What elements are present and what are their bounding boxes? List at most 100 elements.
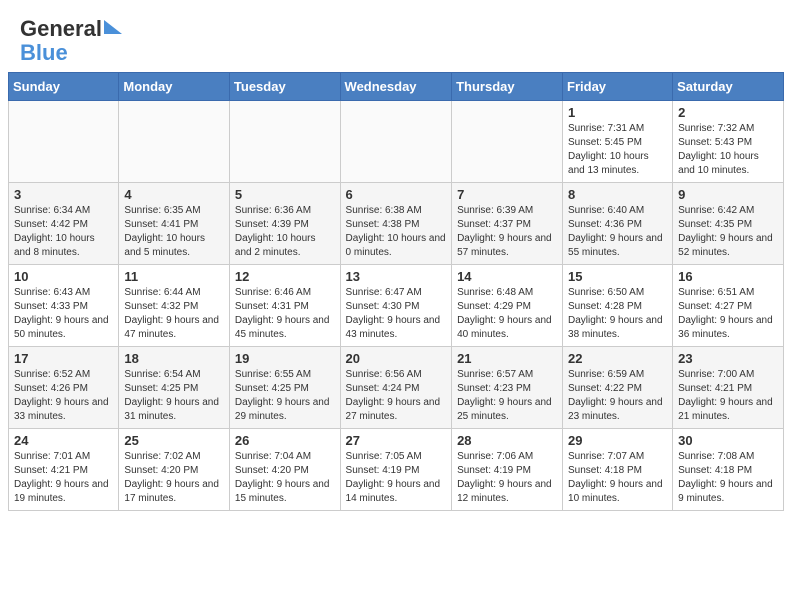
calendar-cell: 9 Sunrise: 6:42 AM Sunset: 4:35 PM Daylig… xyxy=(673,183,784,265)
calendar-cell: 12 Sunrise: 6:46 AM Sunset: 4:31 PM Dayli… xyxy=(229,265,340,347)
day-info: Sunrise: 6:38 AM Sunset: 4:38 PM Dayligh… xyxy=(346,204,447,260)
calendar-cell: 28Sunrise: 7:06 AM Sunset: 4:19 PM Dayli… xyxy=(452,429,563,511)
day-info: Sunrise: 7:32 AM Sunset: 5:43 PM Dayligh… xyxy=(678,122,778,178)
day-number: 25 xyxy=(124,433,224,448)
calendar-cell: 5 Sunrise: 6:36 AM Sunset: 4:39 PM Daylig… xyxy=(229,183,340,265)
day-info: Sunrise: 6:42 AM Sunset: 4:35 PM Dayligh… xyxy=(678,204,778,260)
day-number: 13 xyxy=(346,269,447,284)
day-number: 10 xyxy=(14,269,113,284)
day-info: Sunrise: 7:07 AM Sunset: 4:18 PM Dayligh… xyxy=(568,450,667,506)
calendar-cell: 14 Sunrise: 6:48 AM Sunset: 4:29 PM Dayli… xyxy=(452,265,563,347)
logo-arrow xyxy=(104,20,122,34)
day-number: 20 xyxy=(346,351,447,366)
calendar-cell: 7 Sunrise: 6:39 AM Sunset: 4:37 PM Daylig… xyxy=(452,183,563,265)
calendar-cell: 6Sunrise: 6:38 AM Sunset: 4:38 PM Daylig… xyxy=(340,183,452,265)
weekday-header: Wednesday xyxy=(340,73,452,101)
day-info: Sunrise: 6:44 AM Sunset: 4:32 PM Dayligh… xyxy=(124,286,224,342)
day-number: 7 xyxy=(457,187,557,202)
day-number: 23 xyxy=(678,351,778,366)
day-info: Sunrise: 6:34 AM Sunset: 4:42 PM Dayligh… xyxy=(14,204,113,260)
day-number: 5 xyxy=(235,187,335,202)
day-info: Sunrise: 6:54 AM Sunset: 4:25 PM Dayligh… xyxy=(124,368,224,424)
weekday-header: Saturday xyxy=(673,73,784,101)
day-number: 14 xyxy=(457,269,557,284)
day-info: Sunrise: 6:59 AM Sunset: 4:22 PM Dayligh… xyxy=(568,368,667,424)
day-info: Sunrise: 6:55 AM Sunset: 4:25 PM Dayligh… xyxy=(235,368,335,424)
calendar-cell: 10 Sunrise: 6:43 AM Sunset: 4:33 PM Dayli… xyxy=(9,265,119,347)
day-number: 22 xyxy=(568,351,667,366)
day-info: Sunrise: 6:36 AM Sunset: 4:39 PM Dayligh… xyxy=(235,204,335,260)
day-info: Sunrise: 7:00 AM Sunset: 4:21 PM Dayligh… xyxy=(678,368,778,424)
calendar-cell: 2 Sunrise: 7:32 AM Sunset: 5:43 PM Daylig… xyxy=(673,101,784,183)
calendar-cell: 13 Sunrise: 6:47 AM Sunset: 4:30 PM Dayli… xyxy=(340,265,452,347)
calendar-cell: 15Sunrise: 6:50 AM Sunset: 4:28 PM Dayli… xyxy=(563,265,673,347)
calendar-header: SundayMondayTuesdayWednesdayThursdayFrid… xyxy=(9,73,784,101)
day-number: 17 xyxy=(14,351,113,366)
day-info: Sunrise: 6:39 AM Sunset: 4:37 PM Dayligh… xyxy=(457,204,557,260)
calendar-cell xyxy=(229,101,340,183)
header: General Blue xyxy=(0,0,792,72)
day-info: Sunrise: 6:35 AM Sunset: 4:41 PM Dayligh… xyxy=(124,204,224,260)
day-info: Sunrise: 6:40 AM Sunset: 4:36 PM Dayligh… xyxy=(568,204,667,260)
calendar-cell: 29 Sunrise: 7:07 AM Sunset: 4:18 PM Dayli… xyxy=(563,429,673,511)
calendar-cell: 19 Sunrise: 6:55 AM Sunset: 4:25 PM Dayli… xyxy=(229,347,340,429)
day-info: Sunrise: 7:01 AM Sunset: 4:21 PM Dayligh… xyxy=(14,450,113,506)
day-number: 15 xyxy=(568,269,667,284)
calendar-cell: 8 Sunrise: 6:40 AM Sunset: 4:36 PM Daylig… xyxy=(563,183,673,265)
day-number: 29 xyxy=(568,433,667,448)
day-info: Sunrise: 7:04 AM Sunset: 4:20 PM Dayligh… xyxy=(235,450,335,506)
day-number: 21 xyxy=(457,351,557,366)
weekday-header: Friday xyxy=(563,73,673,101)
day-info: Sunrise: 7:02 AM Sunset: 4:20 PM Dayligh… xyxy=(124,450,224,506)
calendar-cell xyxy=(119,101,230,183)
day-number: 28 xyxy=(457,433,557,448)
calendar-cell xyxy=(452,101,563,183)
logo: General Blue xyxy=(20,16,122,64)
day-info: Sunrise: 7:05 AM Sunset: 4:19 PM Dayligh… xyxy=(346,450,447,506)
day-info: Sunrise: 6:47 AM Sunset: 4:30 PM Dayligh… xyxy=(346,286,447,342)
day-number: 8 xyxy=(568,187,667,202)
day-number: 30 xyxy=(678,433,778,448)
day-info: Sunrise: 6:48 AM Sunset: 4:29 PM Dayligh… xyxy=(457,286,557,342)
day-info: Sunrise: 6:56 AM Sunset: 4:24 PM Dayligh… xyxy=(346,368,447,424)
day-number: 4 xyxy=(124,187,224,202)
day-number: 3 xyxy=(14,187,113,202)
day-number: 24 xyxy=(14,433,113,448)
day-number: 19 xyxy=(235,351,335,366)
day-number: 11 xyxy=(124,269,224,284)
calendar-cell: 30 Sunrise: 7:08 AM Sunset: 4:18 PM Dayli… xyxy=(673,429,784,511)
logo-general: General xyxy=(20,16,102,42)
day-info: Sunrise: 6:57 AM Sunset: 4:23 PM Dayligh… xyxy=(457,368,557,424)
calendar-cell: 20 Sunrise: 6:56 AM Sunset: 4:24 PM Dayli… xyxy=(340,347,452,429)
day-info: Sunrise: 6:51 AM Sunset: 4:27 PM Dayligh… xyxy=(678,286,778,342)
day-number: 18 xyxy=(124,351,224,366)
calendar-cell: 1 Sunrise: 7:31 AM Sunset: 5:45 PM Daylig… xyxy=(563,101,673,183)
day-info: Sunrise: 6:46 AM Sunset: 4:31 PM Dayligh… xyxy=(235,286,335,342)
day-info: Sunrise: 6:52 AM Sunset: 4:26 PM Dayligh… xyxy=(14,368,113,424)
calendar-cell: 17 Sunrise: 6:52 AM Sunset: 4:26 PM Dayli… xyxy=(9,347,119,429)
day-number: 27 xyxy=(346,433,447,448)
calendar-cell xyxy=(340,101,452,183)
weekday-header: Sunday xyxy=(9,73,119,101)
calendar-cell: 21 Sunrise: 6:57 AM Sunset: 4:23 PM Dayli… xyxy=(452,347,563,429)
calendar-cell: 4 Sunrise: 6:35 AM Sunset: 4:41 PM Daylig… xyxy=(119,183,230,265)
day-info: Sunrise: 7:08 AM Sunset: 4:18 PM Dayligh… xyxy=(678,450,778,506)
calendar-cell: 24 Sunrise: 7:01 AM Sunset: 4:21 PM Dayli… xyxy=(9,429,119,511)
logo-blue: Blue xyxy=(20,42,122,64)
day-info: Sunrise: 6:43 AM Sunset: 4:33 PM Dayligh… xyxy=(14,286,113,342)
weekday-header: Monday xyxy=(119,73,230,101)
calendar-cell: 16 Sunrise: 6:51 AM Sunset: 4:27 PM Dayli… xyxy=(673,265,784,347)
day-number: 12 xyxy=(235,269,335,284)
day-number: 1 xyxy=(568,105,667,120)
calendar-cell: 27 Sunrise: 7:05 AM Sunset: 4:19 PM Dayli… xyxy=(340,429,452,511)
calendar-cell: 18 Sunrise: 6:54 AM Sunset: 4:25 PM Dayli… xyxy=(119,347,230,429)
day-info: Sunrise: 7:31 AM Sunset: 5:45 PM Dayligh… xyxy=(568,122,667,178)
calendar: SundayMondayTuesdayWednesdayThursdayFrid… xyxy=(0,72,792,519)
calendar-cell: 26Sunrise: 7:04 AM Sunset: 4:20 PM Dayli… xyxy=(229,429,340,511)
day-number: 9 xyxy=(678,187,778,202)
calendar-cell: 22 Sunrise: 6:59 AM Sunset: 4:22 PM Dayli… xyxy=(563,347,673,429)
day-number: 2 xyxy=(678,105,778,120)
calendar-cell: 11 Sunrise: 6:44 AM Sunset: 4:32 PM Dayli… xyxy=(119,265,230,347)
calendar-cell: 23 Sunrise: 7:00 AM Sunset: 4:21 PM Dayli… xyxy=(673,347,784,429)
day-number: 16 xyxy=(678,269,778,284)
